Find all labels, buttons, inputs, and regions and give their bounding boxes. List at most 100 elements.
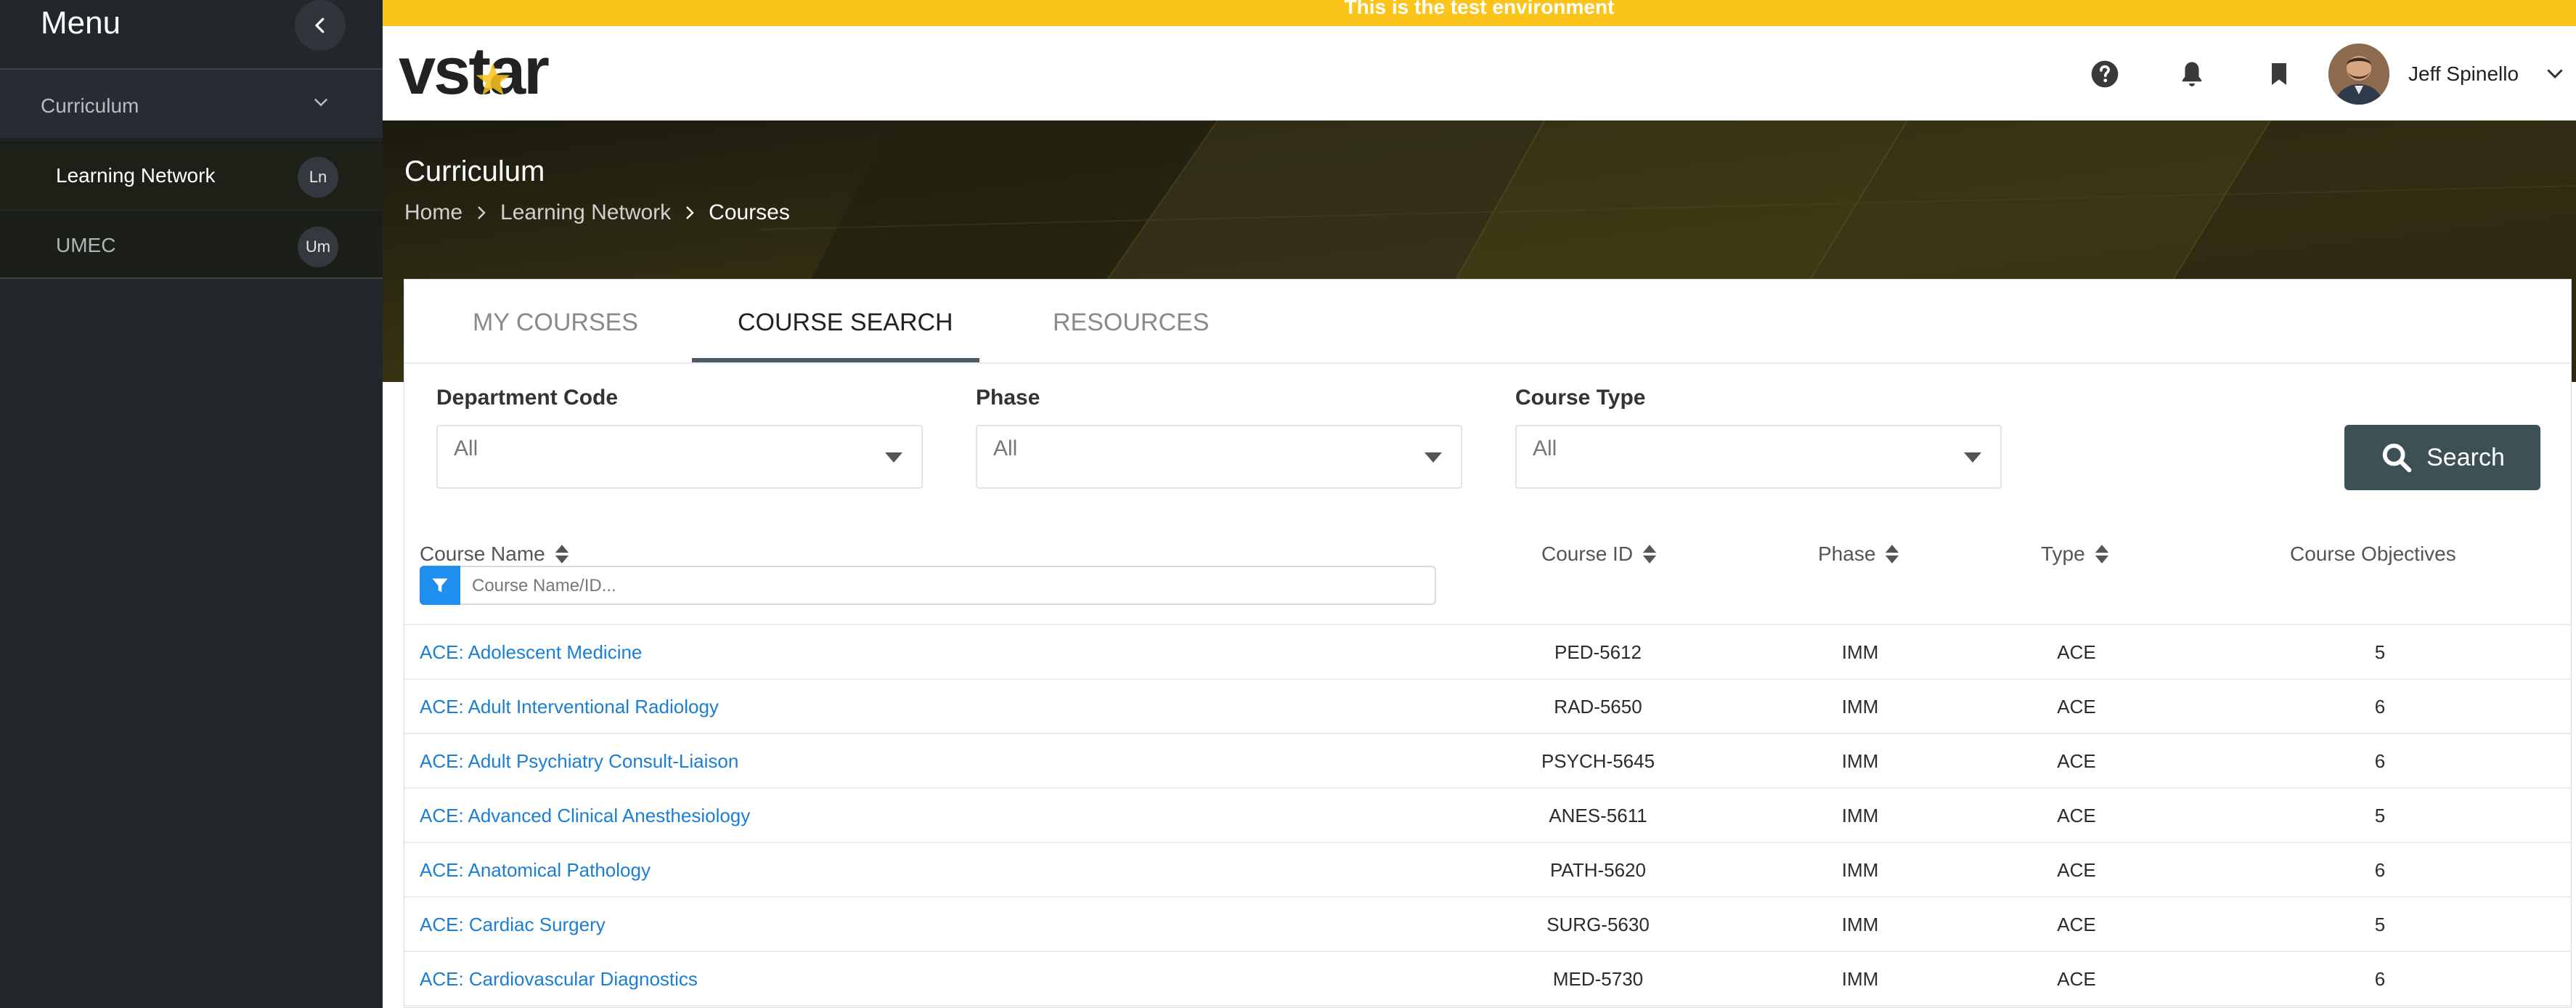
- bookmarks-button[interactable]: [2262, 57, 2296, 92]
- course-name-link[interactable]: ACE: Cardiovascular Diagnostics: [420, 968, 698, 991]
- column-header-course-id[interactable]: Course ID: [1541, 542, 1658, 566]
- sidebar: Menu Curriculum Learning Network Ln UMEC…: [0, 0, 383, 1008]
- phase-cell: IMM: [1841, 696, 1879, 718]
- table-row: ACE: Adult Psychiatry Consult-Liaison PS…: [404, 734, 2571, 789]
- chevron-down-icon: [314, 99, 327, 107]
- course-type-value: All: [1533, 436, 1557, 460]
- notifications-button[interactable]: [2174, 57, 2209, 92]
- sort-icon: [1642, 545, 1657, 564]
- course-id-cell: ANES-5611: [1549, 805, 1647, 826]
- page-title: Curriculum: [404, 155, 545, 187]
- tab-course-search[interactable]: COURSE SEARCH: [738, 309, 953, 337]
- sidebar-title: Menu: [41, 5, 121, 41]
- user-avatar[interactable]: [2328, 44, 2389, 105]
- type-cell: ACE: [2057, 914, 2096, 935]
- column-header-course-name[interactable]: Course Name: [420, 542, 570, 566]
- breadcrumb-home[interactable]: Home: [404, 200, 462, 225]
- help-button[interactable]: [2087, 57, 2122, 92]
- user-photo-icon: [2328, 44, 2389, 105]
- course-type-select[interactable]: All: [1515, 425, 2002, 489]
- objectives-cell: 6: [2374, 750, 2386, 772]
- table-row: ACE: Cardiac Surgery SURG-5630 IMM ACE 5: [404, 898, 2571, 952]
- column-header-type[interactable]: Type: [2041, 542, 2110, 566]
- course-name-link[interactable]: ACE: Anatomical Pathology: [420, 859, 651, 882]
- course-id-cell: RAD-5650: [1554, 696, 1642, 718]
- objectives-cell: 5: [2374, 914, 2386, 935]
- sidebar-collapse-button[interactable]: [295, 0, 346, 51]
- search-icon: [2382, 443, 2412, 473]
- objectives-cell: 5: [2374, 641, 2386, 663]
- chevron-right-icon: [473, 204, 490, 221]
- tab-my-courses[interactable]: MY COURSES: [473, 309, 638, 337]
- course-name-filter-input[interactable]: Course Name/ID...: [420, 566, 1436, 605]
- table-row: ACE: Advanced Clinical Anesthesiology AN…: [404, 789, 2571, 843]
- sidebar-section-label: Curriculum: [41, 94, 139, 117]
- sort-icon: [555, 545, 568, 564]
- table-row: ACE: Adolescent Medicine PED-5612 IMM AC…: [404, 625, 2571, 680]
- sidebar-section-curriculum[interactable]: Curriculum: [0, 70, 383, 139]
- phase-select[interactable]: All: [976, 425, 1462, 489]
- course-name-link[interactable]: ACE: Cardiac Surgery: [420, 914, 606, 936]
- sidebar-header: Menu: [0, 0, 383, 70]
- sort-icon: [1886, 545, 1899, 564]
- sidebar-item-learning-network[interactable]: Learning Network Ln: [0, 141, 383, 209]
- sidebar-item-label: Learning Network: [56, 164, 216, 187]
- phase-cell: IMM: [1841, 805, 1879, 826]
- column-header-label: Course Objectives: [2290, 542, 2456, 565]
- sidebar-item-badge: Ln: [298, 157, 338, 198]
- chevron-left-icon: [315, 17, 325, 33]
- tab-resources[interactable]: RESOURCES: [1053, 309, 1209, 337]
- course-name-link[interactable]: ACE: Adult Interventional Radiology: [420, 696, 719, 718]
- course-name-link[interactable]: ACE: Advanced Clinical Anesthesiology: [420, 805, 750, 827]
- type-cell: ACE: [2057, 641, 2096, 663]
- sort-icon: [2095, 545, 2108, 564]
- help-icon: [2091, 60, 2119, 88]
- filter-button[interactable]: [420, 566, 460, 605]
- caret-down-icon: [1424, 452, 1442, 463]
- objectives-cell: 6: [2374, 859, 2386, 881]
- sidebar-item-label: UMEC: [56, 234, 116, 256]
- breadcrumb-learning-network[interactable]: Learning Network: [500, 200, 671, 225]
- bell-icon: [2182, 62, 2202, 86]
- star-icon: [476, 62, 510, 95]
- objectives-cell: 6: [2374, 696, 2386, 718]
- phase-value: All: [993, 436, 1018, 460]
- course-type-label: Course Type: [1515, 386, 1646, 410]
- course-name-link[interactable]: ACE: Adult Psychiatry Consult-Liaison: [420, 750, 738, 773]
- phase-cell: IMM: [1841, 750, 1879, 772]
- course-id-cell: PSYCH-5645: [1541, 750, 1655, 772]
- type-cell: ACE: [2057, 696, 2096, 718]
- department-code-label: Department Code: [436, 386, 619, 410]
- caret-down-icon: [1964, 452, 1981, 463]
- column-header-course-objectives: Course Objectives: [2290, 542, 2456, 566]
- table-row: ACE: Anatomical Pathology PATH-5620 IMM …: [404, 843, 2571, 898]
- test-environment-text: This is the test environment: [1344, 0, 1615, 18]
- column-header-phase[interactable]: Phase: [1818, 542, 1900, 566]
- column-header-label: Course ID: [1541, 542, 1634, 565]
- phase-cell: IMM: [1841, 859, 1879, 881]
- top-header: vstar Jeff Spinello: [383, 26, 2576, 121]
- type-cell: ACE: [2057, 859, 2096, 881]
- table-row: ACE: Adult Interventional Radiology RAD-…: [404, 680, 2571, 734]
- sidebar-item-umec[interactable]: UMEC Um: [0, 211, 383, 279]
- filter-icon: [432, 578, 448, 593]
- course-search-card: MY COURSES COURSE SEARCH RESOURCES Depar…: [404, 279, 2572, 1008]
- bookmark-icon: [2272, 63, 2286, 85]
- chevron-down-icon[interactable]: [2544, 62, 2566, 84]
- search-button[interactable]: Search: [2344, 425, 2540, 490]
- vstar-logo[interactable]: vstar: [399, 38, 551, 110]
- course-name-link[interactable]: ACE: Adolescent Medicine: [420, 641, 642, 664]
- objectives-cell: 5: [2374, 805, 2386, 826]
- type-cell: ACE: [2057, 968, 2096, 990]
- department-code-value: All: [454, 436, 478, 460]
- column-header-label: Phase: [1818, 542, 1876, 565]
- user-name[interactable]: Jeff Spinello: [2408, 62, 2519, 86]
- phase-cell: IMM: [1841, 968, 1879, 990]
- breadcrumb: Home Learning Network Courses: [404, 200, 790, 225]
- phase-cell: IMM: [1841, 914, 1879, 935]
- course-id-cell: MED-5730: [1552, 968, 1644, 990]
- type-cell: ACE: [2057, 750, 2096, 772]
- breadcrumb-courses: Courses: [709, 200, 790, 224]
- department-code-select[interactable]: All: [436, 425, 923, 489]
- column-header-label: Type: [2041, 542, 2085, 565]
